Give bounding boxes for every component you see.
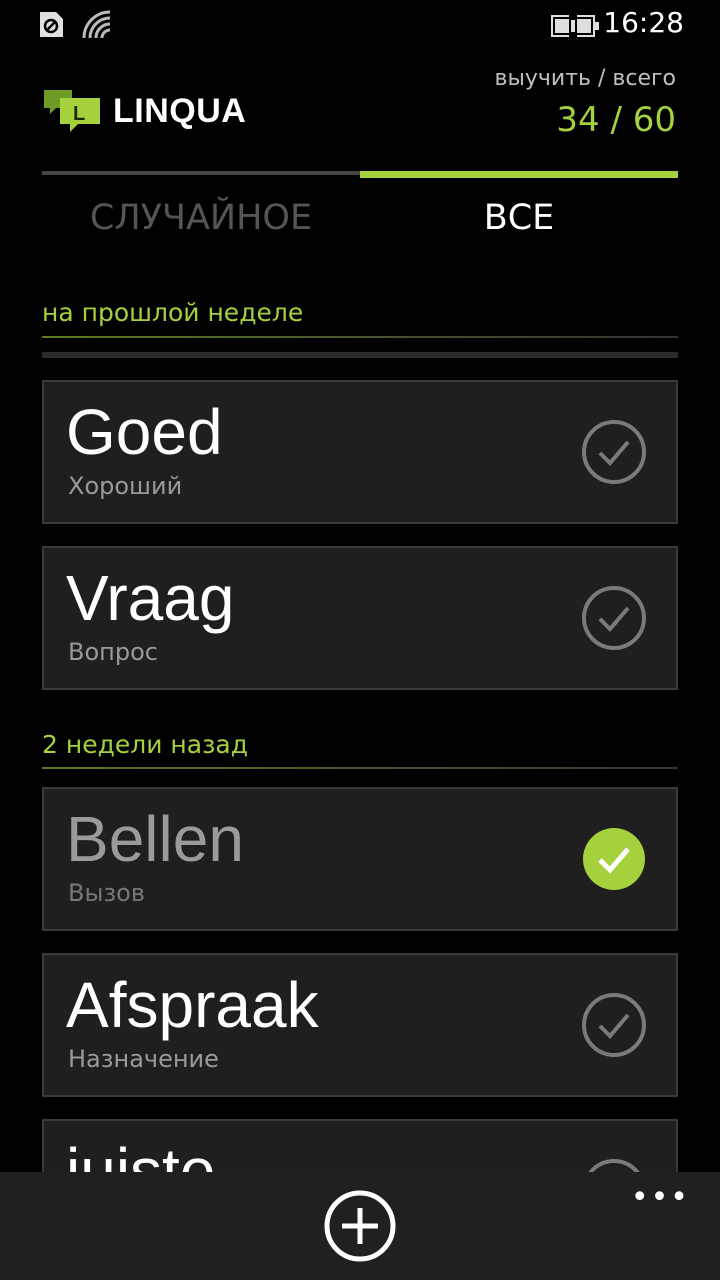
more-dots-icon[interactable]: ••• [631, 1180, 690, 1215]
sim-no-service-icon [40, 12, 63, 37]
word-text: Goed [66, 396, 223, 468]
active-tab-indicator [360, 171, 678, 178]
word-card[interactable]: Bellen Вызов [42, 787, 678, 931]
word-translation: Вопрос [68, 638, 158, 666]
word-translation: Хороший [68, 472, 183, 500]
status-time: 16:28 [603, 6, 684, 39]
app-bar: ••• [0, 1172, 720, 1280]
status-bar: 16:28 [0, 0, 720, 52]
check-circle-filled-icon[interactable] [582, 827, 646, 891]
word-translation: Назначение [68, 1045, 219, 1073]
word-translation: Вызов [68, 879, 146, 907]
tab-all[interactable]: ВСЕ [360, 198, 678, 238]
wifi-icon [82, 10, 111, 39]
battery-charging-icon [551, 14, 599, 38]
section-divider [42, 336, 678, 338]
linqua-logo-icon: L [44, 90, 100, 132]
word-text: Afspraak [66, 969, 319, 1041]
app-title: LINQUA [113, 92, 247, 130]
word-card[interactable]: Vraag Вопрос [42, 546, 678, 690]
word-text: Bellen [66, 803, 244, 875]
svg-text:L: L [73, 103, 85, 125]
section-header-two-weeks-ago: 2 недели назад [42, 730, 248, 759]
progress-count: 34 / 60 [556, 100, 676, 140]
tab-random[interactable]: СЛУЧАЙНОЕ [42, 198, 360, 238]
progress-caption: выучить / всего [494, 66, 676, 91]
add-circle-icon[interactable] [324, 1190, 396, 1262]
word-card[interactable]: Goed Хороший [42, 380, 678, 524]
word-text: Vraag [66, 562, 235, 634]
word-card[interactable]: Afspraak Назначение [42, 953, 678, 1097]
check-circle-icon[interactable] [582, 420, 646, 484]
section-divider [42, 767, 678, 769]
section-header-last-week: на прошлой неделе [42, 298, 304, 327]
check-circle-icon[interactable] [582, 586, 646, 650]
check-circle-icon[interactable] [582, 993, 646, 1057]
list-scroll-edge [42, 352, 678, 358]
